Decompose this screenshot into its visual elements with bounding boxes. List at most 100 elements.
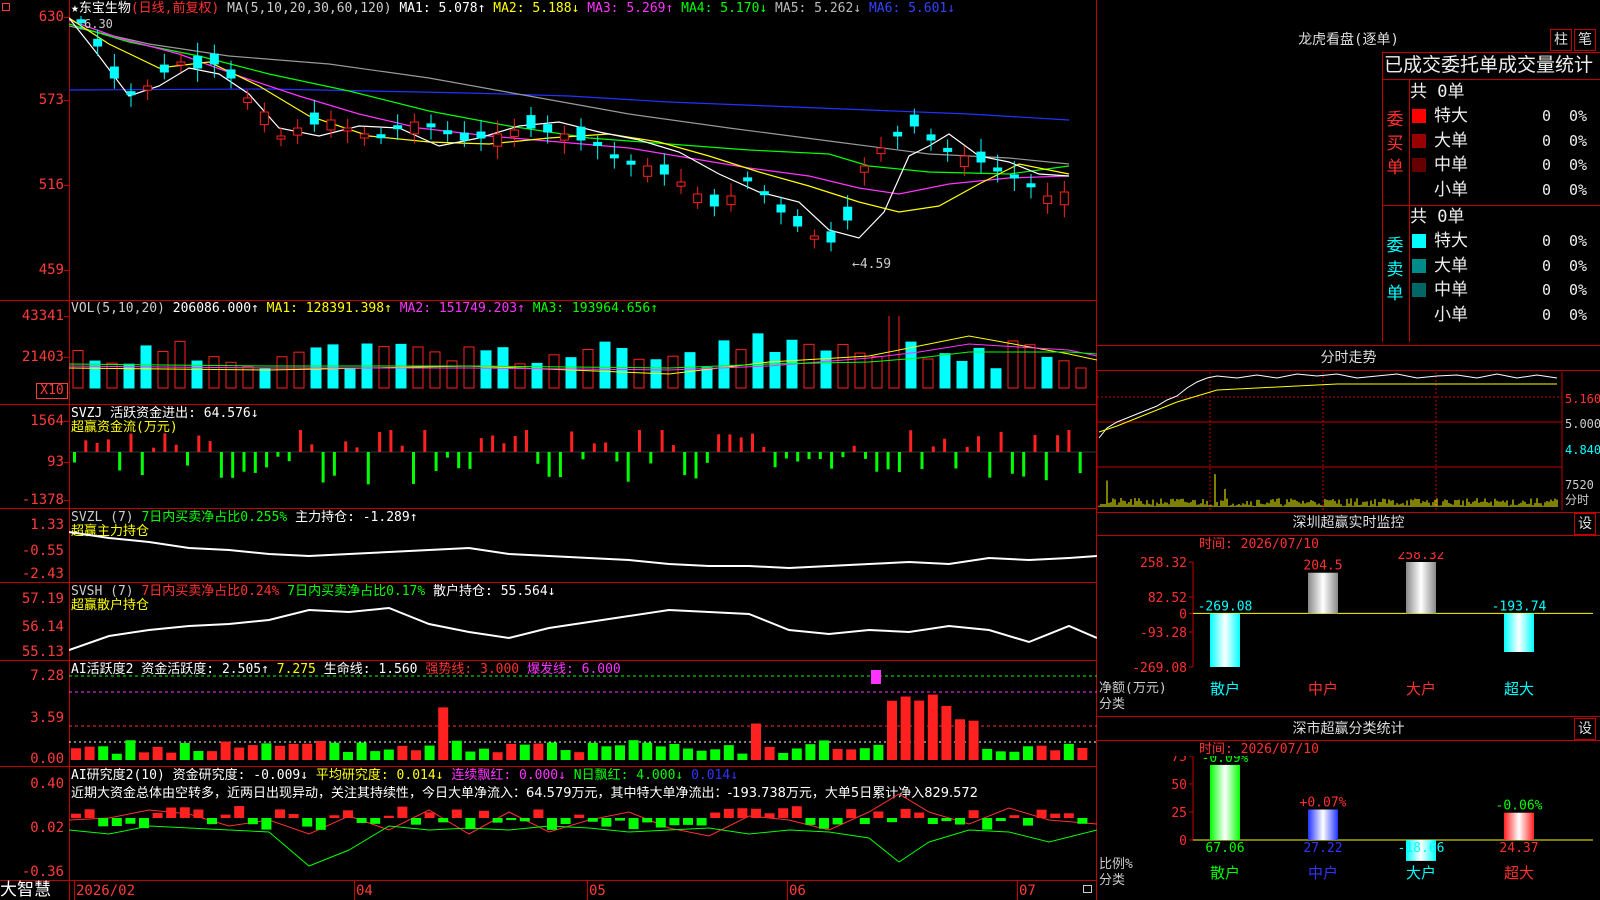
fund-flow-bar	[174, 444, 178, 452]
fund-flow-bar	[773, 452, 777, 468]
tick-view-button[interactable]: 笔	[1574, 29, 1596, 51]
activity-bar	[995, 751, 1006, 760]
activity-bar	[819, 740, 829, 760]
candle-body	[309, 112, 319, 125]
category-bar	[1406, 562, 1436, 614]
ai-research-chart[interactable]	[69, 790, 1097, 878]
research-bar	[628, 818, 639, 830]
vol-value: 206086.000↑	[172, 301, 259, 316]
candle-body	[493, 133, 503, 147]
research-bar	[302, 818, 313, 827]
svzj-bar-chart[interactable]	[69, 430, 1097, 502]
fund-flow-bar	[1033, 434, 1037, 452]
fund-flow-bar	[84, 440, 88, 452]
research-bar	[465, 818, 476, 830]
volume-chart[interactable]	[69, 316, 1097, 404]
category-label: 中户	[1308, 864, 1338, 882]
intraday-vol-label: 7520	[1565, 478, 1594, 492]
price-high-label: 6.30	[84, 17, 113, 31]
ma1-line	[69, 17, 1070, 239]
volume-bar	[1007, 340, 1019, 389]
ai-activity-chart[interactable]	[69, 670, 1097, 760]
volume-bar	[684, 352, 696, 389]
candle-body	[1009, 174, 1019, 179]
x-label: 06	[789, 883, 806, 899]
activity-bar	[791, 748, 802, 760]
y-tick-label: 258.32	[1140, 556, 1187, 571]
research-bar	[261, 818, 272, 830]
svsh-legend4: 散户持仓: 55.564↓	[433, 584, 556, 599]
activity-bar	[519, 744, 530, 760]
lock-icon[interactable]	[1083, 885, 1092, 893]
ai2-y-label: 0.02	[30, 820, 64, 836]
candle-body	[909, 114, 919, 127]
activity-bar	[805, 744, 816, 760]
intraday-title: 分时走势	[1320, 350, 1377, 366]
activity-bar	[343, 751, 353, 760]
price-candlestick-chart[interactable]	[69, 16, 1097, 286]
activity-bar	[84, 746, 95, 760]
order-count: 0	[1541, 156, 1551, 174]
research-bar	[778, 808, 789, 818]
period-label[interactable]: (日线,前复权)	[131, 1, 219, 16]
fund-flow-bar	[615, 452, 619, 462]
research-bar	[166, 807, 177, 818]
ai2-legend3: 连续飘红: 0.000↓	[451, 768, 566, 783]
fund-flow-bar	[694, 452, 698, 479]
research-bar	[125, 818, 136, 824]
fund-flow-bar	[525, 430, 528, 452]
fund-flow-bar	[321, 452, 325, 483]
research-bar	[859, 818, 870, 825]
activity-bar	[859, 748, 870, 760]
svsh-legend1: SVSH (7)	[71, 584, 134, 599]
activity-bar	[247, 745, 258, 760]
candle-body	[1026, 183, 1036, 188]
ma6-value: MA6: 5.601↓	[868, 1, 956, 16]
activity-bar	[234, 747, 245, 760]
volume-bar	[905, 341, 917, 389]
activity-bar	[492, 752, 503, 760]
activity-bar	[574, 752, 585, 760]
bar-view-button[interactable]: 柱	[1550, 29, 1572, 51]
research-bar	[968, 810, 979, 818]
ma2-line	[69, 17, 1070, 213]
research-bar	[587, 818, 598, 822]
activity-bar	[955, 719, 965, 760]
settings-button[interactable]: 设	[1574, 718, 1596, 740]
activity-bar	[832, 748, 843, 760]
fund-flow-bar	[163, 433, 167, 452]
fund-flow-bar	[208, 441, 212, 452]
research-bar	[506, 818, 517, 821]
fund-flow-bar	[412, 452, 415, 484]
research-bar	[152, 813, 163, 818]
research-bar	[791, 806, 802, 818]
bar-value-label: -193.74	[1492, 599, 1547, 614]
y-tick-label: 82.52	[1148, 591, 1187, 606]
activity-bar	[1009, 751, 1020, 760]
volume-bar	[616, 347, 628, 389]
ma1-value: MA1: 5.078↑	[399, 1, 486, 16]
research-bar	[424, 812, 435, 818]
fund-flow-bar	[864, 452, 867, 459]
sz-monitor-chart[interactable]: 258.32 82.520 -93.28 -269.08 -269.08 散户 204.5 中…	[1097, 552, 1600, 702]
svsh-line-chart[interactable]	[69, 600, 1097, 658]
order-percent: 0%	[1569, 281, 1588, 299]
candle-body	[209, 53, 219, 65]
intraday-chart[interactable]	[1097, 372, 1565, 510]
stock-name[interactable]: 东宝生物	[79, 1, 131, 16]
sz-cat-side-label2: 分类	[1099, 873, 1126, 888]
chart-area[interactable]: ★东宝生物(日线,前复权) MA(5,10,20,30,60,120) MA1:…	[0, 0, 1097, 900]
sz-side-label1: 净额(万元)	[1099, 681, 1167, 696]
fund-flow-bar	[152, 447, 156, 452]
category-bar	[1504, 812, 1534, 840]
research-bar	[601, 818, 612, 827]
ma6-line	[69, 88, 1070, 121]
sz-category-chart[interactable]: 75 50 25 0 67.06 -0.09% 散户 27.22 +0.07% 中户 -18.66 大…	[1097, 756, 1600, 900]
research-bar	[220, 814, 231, 818]
svzl-line-chart[interactable]	[69, 530, 1097, 580]
fund-flow-bar	[683, 452, 687, 476]
settings-button[interactable]: 设	[1574, 513, 1596, 535]
fund-flow-bar	[502, 443, 506, 452]
order-type-label: 小单	[1434, 179, 1468, 200]
candle-body	[326, 119, 336, 131]
